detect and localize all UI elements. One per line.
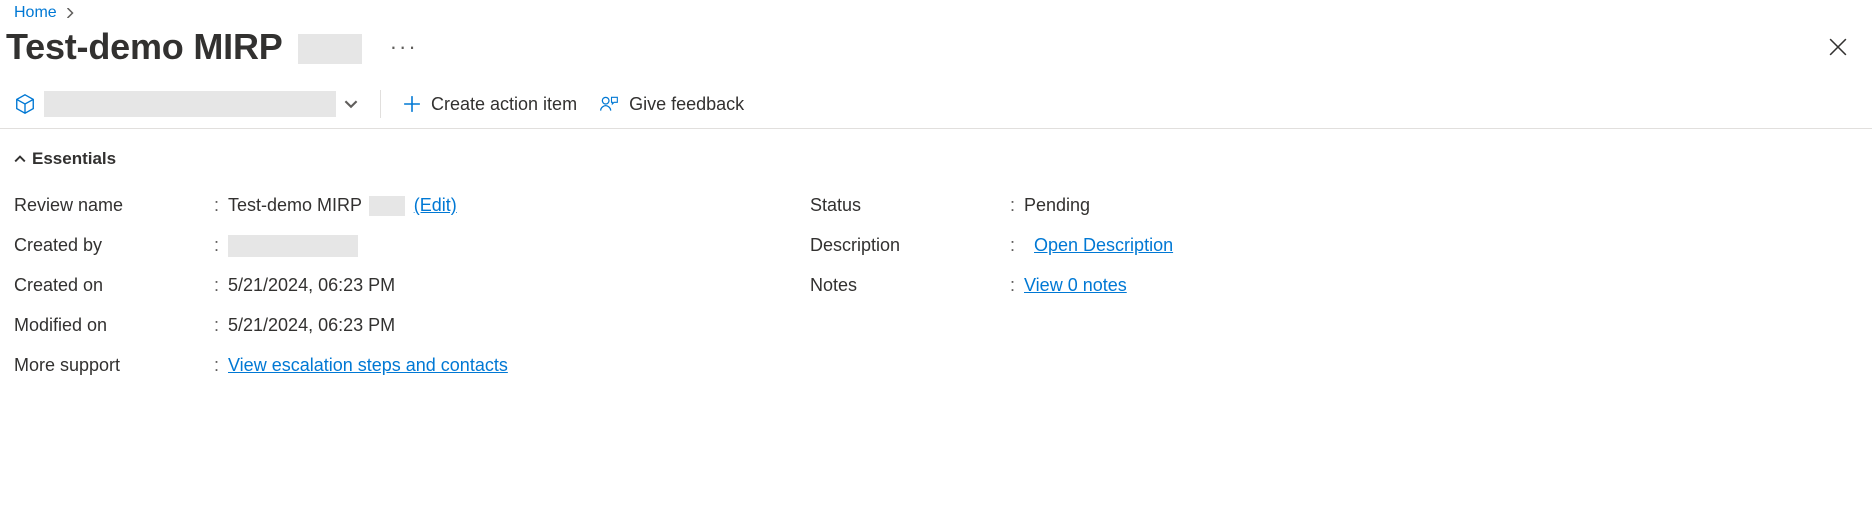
row-created-by: Created by : [14, 225, 754, 265]
resource-name-redacted [44, 91, 336, 117]
value-review-name: Test-demo MIRP (Edit) [228, 191, 457, 219]
more-actions-button[interactable]: ··· [390, 34, 418, 60]
row-review-name: Review name : Test-demo MIRP (Edit) [14, 185, 754, 225]
row-created-on: Created on : 5/21/2024, 06:23 PM [14, 265, 754, 305]
breadcrumb-home-link[interactable]: Home [14, 4, 57, 22]
breadcrumb: Home [0, 0, 1872, 24]
chevron-down-icon [344, 97, 358, 111]
page-title: Test-demo MIRP [6, 26, 362, 68]
label-created-by: Created by [14, 231, 214, 259]
essentials-toggle[interactable]: Essentials [14, 149, 1858, 169]
value-status: Pending [1024, 191, 1090, 219]
give-feedback-label: Give feedback [629, 94, 744, 115]
page-title-redacted [298, 34, 362, 64]
page-title-text: Test-demo MIRP [6, 26, 282, 67]
edit-review-name-link[interactable]: (Edit) [414, 195, 457, 215]
create-action-item-label: Create action item [431, 94, 577, 115]
chevron-right-icon [65, 8, 75, 18]
feedback-icon [599, 94, 619, 114]
label-notes: Notes [810, 271, 1010, 299]
value-modified-on: 5/21/2024, 06:23 PM [228, 311, 395, 339]
row-modified-on: Modified on : 5/21/2024, 06:23 PM [14, 305, 754, 345]
view-notes-link[interactable]: View 0 notes [1024, 275, 1127, 295]
label-description: Description [810, 231, 1010, 259]
close-button[interactable] [1824, 33, 1852, 61]
label-review-name: Review name [14, 191, 214, 219]
essentials-right-column: Status : Pending Description : Open Desc… [810, 185, 1550, 385]
more-support-link[interactable]: View escalation steps and contacts [228, 355, 508, 375]
label-status: Status [810, 191, 1010, 219]
essentials-left-column: Review name : Test-demo MIRP (Edit) Crea… [14, 185, 754, 385]
toolbar: Create action item Give feedback [0, 82, 1872, 129]
label-modified-on: Modified on [14, 311, 214, 339]
row-more-support: More support : View escalation steps and… [14, 345, 754, 385]
give-feedback-button[interactable]: Give feedback [599, 94, 744, 115]
row-status: Status : Pending [810, 185, 1550, 225]
plus-icon [403, 95, 421, 113]
cube-icon [14, 93, 36, 115]
essentials-header-label: Essentials [32, 149, 116, 169]
value-created-by [228, 231, 358, 259]
essentials-section: Essentials Review name : Test-demo MIRP … [0, 129, 1872, 405]
created-by-redacted [228, 235, 358, 257]
resource-dropdown[interactable] [14, 91, 358, 117]
row-description: Description : Open Description [810, 225, 1550, 265]
review-name-redacted [369, 196, 405, 216]
title-bar: Test-demo MIRP ··· [0, 24, 1872, 82]
label-created-on: Created on [14, 271, 214, 299]
review-name-text: Test-demo MIRP [228, 195, 362, 215]
row-notes: Notes : View 0 notes [810, 265, 1550, 305]
label-more-support: More support [14, 351, 214, 379]
close-icon [1829, 38, 1847, 56]
toolbar-separator [380, 90, 381, 118]
create-action-item-button[interactable]: Create action item [403, 94, 577, 115]
value-created-on: 5/21/2024, 06:23 PM [228, 271, 395, 299]
chevron-up-icon [14, 153, 26, 165]
open-description-link[interactable]: Open Description [1034, 235, 1173, 255]
